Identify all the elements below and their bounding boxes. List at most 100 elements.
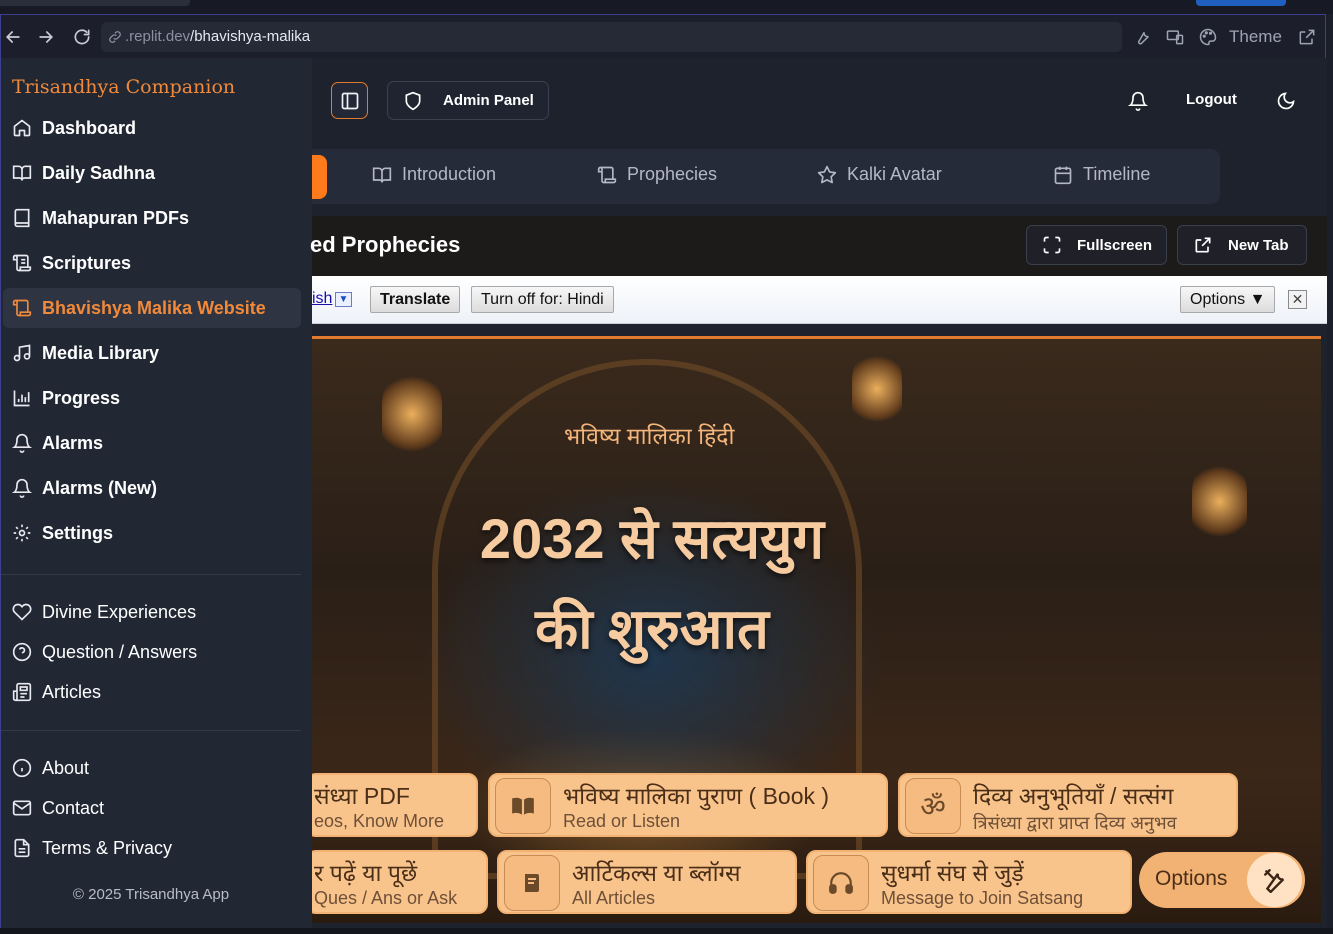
card-articles[interactable]: आर्टिकल्स या ब्लॉग्स All Articles [497,850,797,914]
sidebar-item-scriptures[interactable]: Scriptures [3,243,301,283]
card-title: संध्या PDF [314,783,410,809]
browser-toolbar: .replit.dev/bhavishya-malika Theme [0,14,1326,58]
back-arrow-icon[interactable] [3,27,23,47]
wrench-icon[interactable] [1132,27,1152,47]
sidebar-item-daily-sadhna[interactable]: Daily Sadhna [3,153,301,193]
bar-chart-icon [12,388,32,408]
tab-timeline[interactable]: Timeline [1053,164,1150,185]
window-bottom-edge [0,928,1333,934]
sidebar-item-alarms-new[interactable]: Alarms (New) [3,468,301,508]
browser-tab[interactable] [0,0,190,6]
translate-button[interactable]: Translate [370,286,461,313]
tab-kalki-avatar[interactable]: Kalki Avatar [817,164,942,185]
options-floating-button[interactable]: Options [1139,852,1305,908]
sidebar-item-articles[interactable]: Articles [3,672,301,712]
hero-subtitle: भविष्य मालिका हिंदी [564,423,735,449]
heart-icon [12,602,32,622]
footer-link-about[interactable]: About [3,748,301,788]
sidebar-item-label: Articles [42,681,102,702]
translate-language-link[interactable]: ish [312,290,332,308]
notebook-icon [504,855,560,911]
notifications-bell-icon[interactable] [1128,91,1148,111]
scroll-icon [12,253,32,273]
translate-options-button[interactable]: Options ▼ [1180,286,1276,313]
lantern-decoration [382,369,442,459]
tab-introduction[interactable]: Introduction [372,164,496,185]
sidebar-item-label: Media Library [42,342,160,363]
theme-label[interactable]: Theme [1229,27,1282,47]
fullscreen-button[interactable]: Fullscreen [1026,225,1167,265]
sidebar-toggle-button[interactable] [331,82,368,119]
sidebar-item-dashboard[interactable]: Dashboard [3,108,301,148]
sidebar-item-settings[interactable]: Settings [3,513,301,553]
reload-icon[interactable] [72,27,92,47]
card-title: र पढ़ें या पूछें [314,860,418,886]
book-open-icon [372,165,392,185]
sidebar-divider [1,574,301,575]
sidebar-item-label: Scriptures [42,252,132,273]
external-link-icon[interactable] [1297,27,1317,47]
dark-mode-moon-icon[interactable] [1276,91,1296,111]
sidebar-item-alarms[interactable]: Alarms [3,423,301,463]
tab-active-indicator[interactable] [312,155,327,199]
tab-prophecies[interactable]: Prophecies [597,164,717,185]
hero-title-line-2: की शुरुआत [535,597,769,660]
newspaper-icon [12,682,32,702]
card-read-or-ask[interactable]: र पढ़ें या पूछें Ques / Ans or Ask [312,850,488,914]
tools-icon [1247,853,1302,907]
footer-link-terms[interactable]: Terms & Privacy [3,828,301,868]
panel-left-icon [341,92,359,110]
sidebar-item-label: Progress [42,387,121,408]
turn-off-translate-button[interactable]: Turn off for: Hindi [471,286,614,313]
link-icon [107,29,123,45]
scroll-icon [12,298,32,318]
new-tab-button[interactable]: New Tab [1177,225,1307,265]
footer-link-label: Contact [42,797,105,818]
card-sandhya-pdf[interactable]: संध्या PDF eos, Know More [312,773,478,837]
footer-link-contact[interactable]: Contact [3,788,301,828]
gear-icon [12,523,32,543]
sidebar-item-divine-experiences[interactable]: Divine Experiences [3,592,301,632]
close-icon[interactable]: ✕ [1288,290,1307,309]
book-open-icon [12,163,32,183]
card-subtitle: Ques / Ans or Ask [314,888,458,908]
sidebar-item-label: Bhavishya Malika Website [42,297,266,318]
book-open-icon [495,778,551,834]
sidebar-item-media-library[interactable]: Media Library [3,333,301,373]
footer-link-label: About [42,757,90,778]
sidebar-item-label: Settings [42,522,114,543]
hero-title: 2032 से सत्ययुग की शुरुआत [412,494,892,674]
language-dropdown-caret-icon[interactable]: ▼ [335,292,352,307]
sidebar-item-question-answers[interactable]: Question / Answers [3,632,301,672]
forward-arrow-icon[interactable] [36,27,56,47]
sidebar-item-progress[interactable]: Progress [3,378,301,418]
card-subtitle: Message to Join Satsang [881,888,1084,908]
admin-panel-label: Admin Panel [443,92,534,109]
browser-tab-highlight[interactable] [1196,0,1286,6]
options-label: Options [1155,867,1228,890]
card-malika-book[interactable]: भविष्य मालिका पुराण ( Book ) Read or Lis… [488,773,888,837]
copyright: © 2025 Trisandhya App [72,886,230,903]
palette-icon[interactable] [1198,27,1218,47]
sidebar-item-bhavishya-malika[interactable]: Bhavishya Malika Website [3,288,301,328]
sidebar-item-label: Question / Answers [42,641,198,662]
card-subtitle: त्रिसंध्या द्वारा प्राप्त दिव्य अनुभव [973,813,1177,833]
card-divine-satsang[interactable]: ॐ दिव्य अनुभूतियाँ / सत्संग त्रिसंध्या द… [898,773,1238,837]
devices-icon[interactable] [1165,27,1185,47]
lantern-decoration [1192,459,1247,544]
brand-title[interactable]: Trisandhya Companion [12,76,235,98]
lantern-decoration [852,349,902,429]
hero-banner: भविष्य मालिका हिंदी 2032 से सत्ययुग की श… [312,336,1321,923]
om-icon: ॐ [905,778,961,834]
address-bar[interactable]: .replit.dev/bhavishya-malika [101,22,1122,52]
url-text[interactable]: .replit.dev/bhavishya-malika [125,28,310,45]
logout-button[interactable]: Logout [1186,91,1237,108]
card-join-satsang[interactable]: सुधर्मा संघ से जुड़ें Message to Join Sa… [806,850,1132,914]
admin-panel-button[interactable]: Admin Panel [387,81,549,120]
sidebar-divider [1,730,301,731]
app-window: Trisandhya Companion Dashboard Daily Sad… [0,58,1327,934]
sidebar-item-mahapuran-pdfs[interactable]: Mahapuran PDFs [3,198,301,238]
footer-link-label: Terms & Privacy [42,837,173,858]
section-tabs: Introduction Prophecies Kalki Avatar Tim… [312,149,1220,204]
bell-icon [12,433,32,453]
